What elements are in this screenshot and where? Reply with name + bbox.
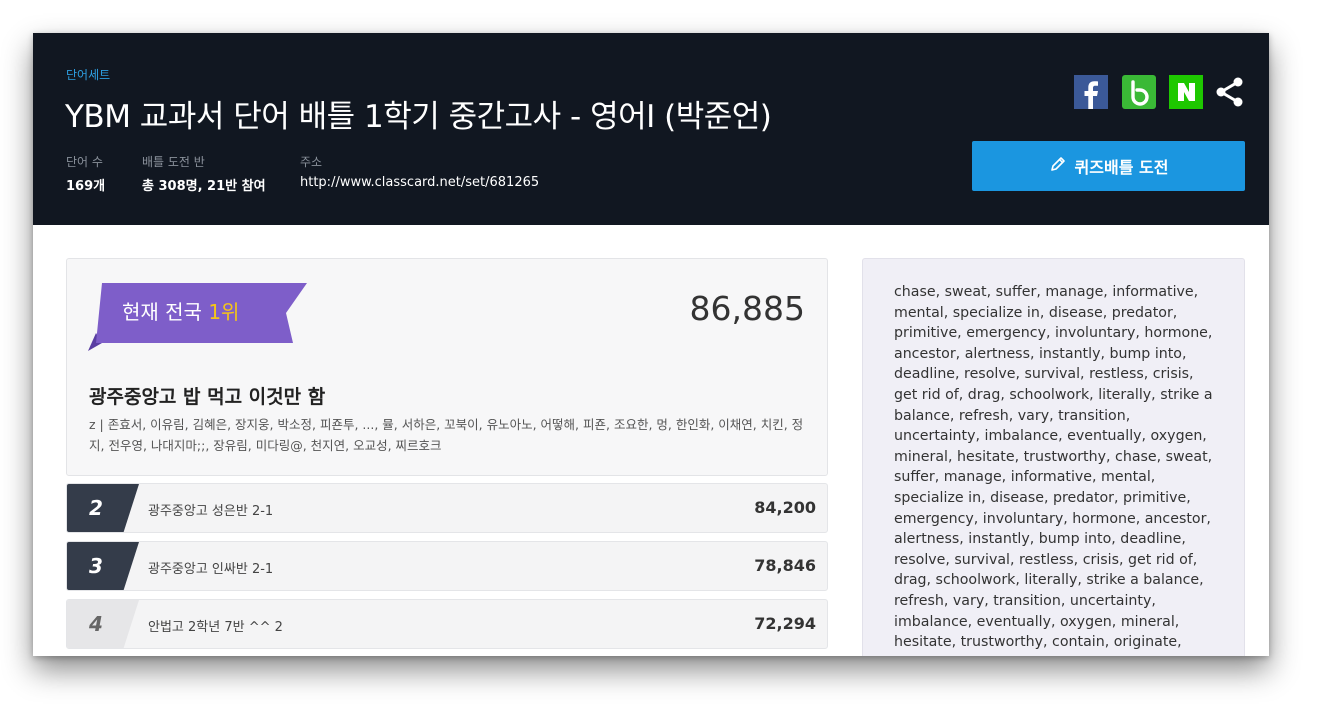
pencil-icon xyxy=(1049,155,1067,177)
meta-word-count: 단어 수 169개 xyxy=(66,153,105,194)
rank-badge: 현재 전국 1위 xyxy=(122,296,239,325)
rank-score: 72,294 xyxy=(754,614,816,633)
rank-team: 광주중앙고 성은반 2-1 xyxy=(148,504,274,519)
meta-value: 총 308명, 21반 참여 xyxy=(142,179,266,194)
quiz-battle-button[interactable]: 퀴즈배틀 도전 xyxy=(972,141,1245,191)
rank-score: 84,200 xyxy=(754,498,816,517)
meta-value: 169개 xyxy=(66,179,106,194)
meta-battle-classes: 배틀 도전 반 총 308명, 21반 참여 xyxy=(142,153,266,194)
rank-number: 2 xyxy=(89,496,103,520)
rank-row[interactable]: 2 광주중앙고 성은반 2-1 84,200 xyxy=(66,483,828,533)
meta-key: 배틀 도전 반 xyxy=(142,155,205,169)
word-list-panel: chase, sweat, suffer, manage, informativ… xyxy=(862,258,1245,656)
rank-number: 4 xyxy=(89,612,103,636)
rank-team: 광주중앙고 인싸반 2-1 xyxy=(148,562,274,577)
rank-first-team: 광주중앙고 밥 먹고 이것만 함 xyxy=(89,386,326,408)
app-window: 단어세트 YBM 교과서 단어 배틀 1학기 중간고사 - 영어I (박준언) … xyxy=(33,33,1269,656)
word-list-text: chase, sweat, suffer, manage, informativ… xyxy=(894,284,1213,651)
facebook-icon[interactable] xyxy=(1074,75,1108,109)
rank-badge-position: 1위 xyxy=(208,300,240,324)
set-header: 단어세트 YBM 교과서 단어 배틀 1학기 중간고사 - 영어I (박준언) … xyxy=(33,33,1269,225)
rank-number: 3 xyxy=(89,554,103,578)
rank-first-members: z | 존효서, 이유림, 김혜은, 장지웅, 박소정, 피죤투, ..., 뮬… xyxy=(89,417,804,453)
quiz-battle-label: 퀴즈배틀 도전 xyxy=(1074,158,1169,177)
rank-team: 안법고 2학년 7반 ^^ 2 xyxy=(148,620,283,635)
band-icon[interactable] xyxy=(1122,75,1156,109)
meta-key: 주소 xyxy=(300,155,323,169)
meta-url-value[interactable]: http://www.classcard.net/set/681265 xyxy=(300,175,539,190)
rank-row[interactable]: 4 안법고 2학년 7반 ^^ 2 72,294 xyxy=(66,599,828,649)
meta-address: 주소 http://www.classcard.net/set/681265 xyxy=(300,153,539,190)
set-type-label: 단어세트 xyxy=(66,68,111,82)
naver-icon[interactable] xyxy=(1169,75,1203,109)
share-icon[interactable] xyxy=(1213,75,1247,109)
rank-row[interactable]: 3 광주중앙고 인싸반 2-1 78,846 xyxy=(66,541,828,591)
rank-score: 78,846 xyxy=(754,556,816,575)
page-title: YBM 교과서 단어 배틀 1학기 중간고사 - 영어I (박준언) xyxy=(65,99,772,135)
rank-first-card[interactable]: 현재 전국 1위 86,885 광주중앙고 밥 먹고 이것만 함 z | 존효서… xyxy=(66,258,828,476)
rank-badge-prefix: 현재 전국 xyxy=(122,300,209,324)
meta-key: 단어 수 xyxy=(66,155,103,169)
rank-first-score: 86,885 xyxy=(689,289,805,328)
